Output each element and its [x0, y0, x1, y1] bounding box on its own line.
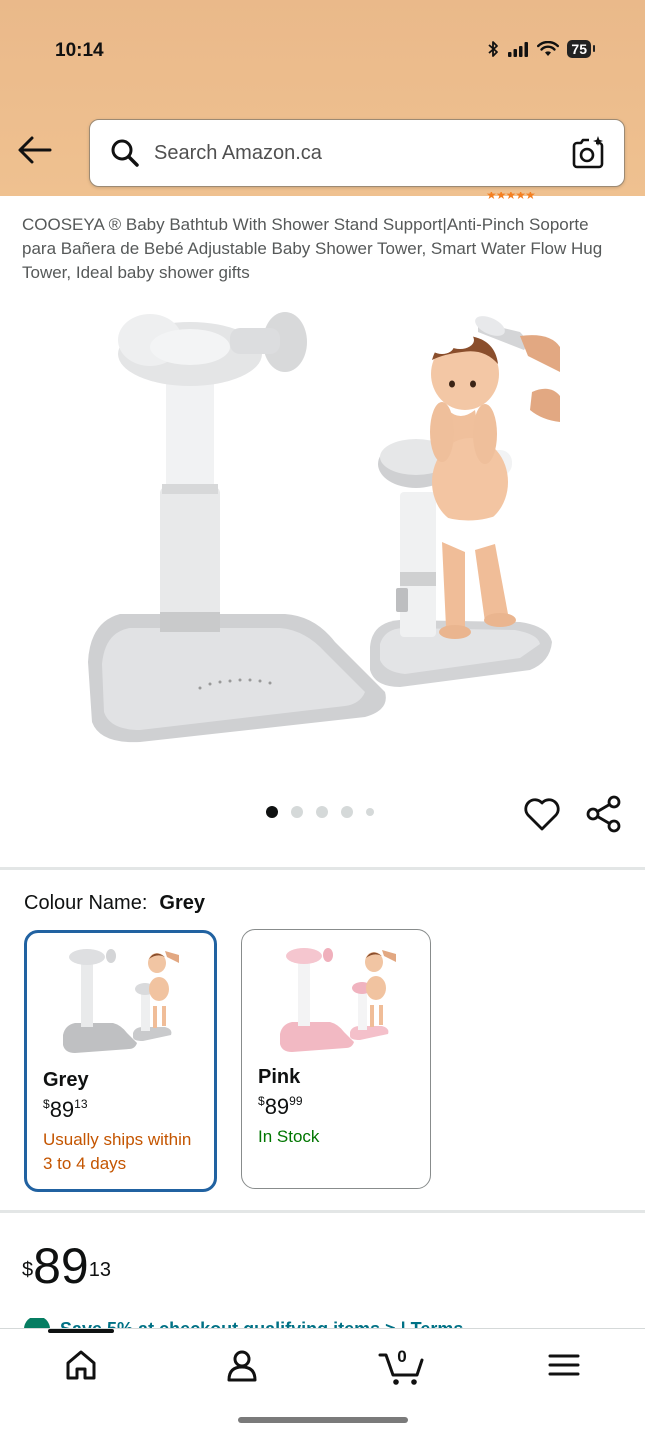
- search-bar[interactable]: [89, 119, 625, 187]
- cart-count-badge: 0: [397, 1347, 407, 1366]
- bluetooth-icon: [488, 41, 499, 57]
- carousel-dot[interactable]: [341, 806, 353, 818]
- promo-text[interactable]: Save 5% at checkout qualifying items > |…: [60, 1319, 463, 1329]
- share-icon: [586, 795, 621, 833]
- price-cents: 13: [74, 1097, 88, 1111]
- selected-colour: Grey: [159, 892, 205, 914]
- swatch-grey-thumbnail: [63, 949, 179, 1053]
- bottom-nav: 0: [0, 1328, 645, 1440]
- colour-label: Colour Name: Grey: [24, 892, 205, 915]
- product-image[interactable]: [80, 292, 564, 752]
- back-button[interactable]: [16, 132, 54, 168]
- menu-icon: [548, 1354, 580, 1376]
- promo-banner[interactable]: Save 5% at checkout qualifying items > |…: [24, 1318, 524, 1328]
- price-cents: 13: [88, 1259, 111, 1281]
- swatch-name: Pink: [258, 1066, 301, 1088]
- home-icon: [66, 1350, 96, 1380]
- share-button[interactable]: [585, 794, 623, 834]
- section-divider: [0, 1210, 645, 1213]
- price-whole: 89: [49, 1097, 75, 1122]
- nav-home[interactable]: [56, 1347, 106, 1387]
- search-input[interactable]: [154, 141, 570, 165]
- nav-cart[interactable]: 0: [377, 1347, 427, 1387]
- signal-icon: [508, 42, 529, 57]
- arrow-left-icon: [18, 136, 52, 164]
- active-tab-indicator: [48, 1329, 114, 1333]
- price-cents: 99: [289, 1094, 303, 1108]
- account-icon: [227, 1350, 257, 1382]
- search-icon: [111, 139, 139, 167]
- price-whole: 89: [264, 1094, 290, 1119]
- swatch-pink[interactable]: Pink $8999 In Stock: [241, 929, 431, 1189]
- product-price: $8913: [22, 1238, 111, 1294]
- swatch-price: $8913: [43, 1097, 88, 1123]
- nav-menu[interactable]: [539, 1347, 589, 1387]
- header: 10:14 75: [0, 0, 645, 196]
- swatch-availability: In Stock: [258, 1127, 320, 1146]
- currency-symbol: $: [258, 1094, 265, 1108]
- carousel-dot[interactable]: [366, 808, 374, 816]
- section-divider: [0, 867, 645, 870]
- carousel-dot[interactable]: [316, 806, 328, 818]
- swatch-price: $8999: [258, 1094, 303, 1120]
- status-icons: 75: [487, 40, 595, 58]
- check-badge-icon: [24, 1318, 50, 1328]
- swatch-pink-thumbnail: [280, 948, 396, 1052]
- image-carousel-dots[interactable]: [266, 806, 374, 818]
- nav-account[interactable]: [217, 1347, 267, 1387]
- swatch-name: Grey: [43, 1069, 89, 1091]
- wifi-icon: [537, 41, 560, 56]
- product-title[interactable]: COOSEYA ® Baby Bathtub With Shower Stand…: [22, 213, 622, 285]
- rating-stars: ★★★★★: [486, 192, 535, 200]
- price-whole: 89: [33, 1238, 89, 1294]
- carousel-dot[interactable]: [266, 806, 278, 818]
- battery-indicator: 75: [567, 40, 595, 58]
- swatch-grey[interactable]: Grey $8913 Usually ships within 3 to 4 d…: [24, 930, 217, 1192]
- swatch-availability: Usually ships within 3 to 4 days: [43, 1130, 192, 1173]
- currency-symbol: $: [43, 1097, 50, 1111]
- wishlist-button[interactable]: [522, 794, 562, 834]
- carousel-dot[interactable]: [291, 806, 303, 818]
- status-time: 10:14: [55, 40, 104, 61]
- colour-label-text: Colour Name:: [24, 892, 148, 914]
- heart-icon: [524, 798, 560, 831]
- home-indicator[interactable]: [238, 1417, 408, 1423]
- camera-search-icon[interactable]: [570, 135, 606, 171]
- currency-symbol: $: [22, 1259, 34, 1281]
